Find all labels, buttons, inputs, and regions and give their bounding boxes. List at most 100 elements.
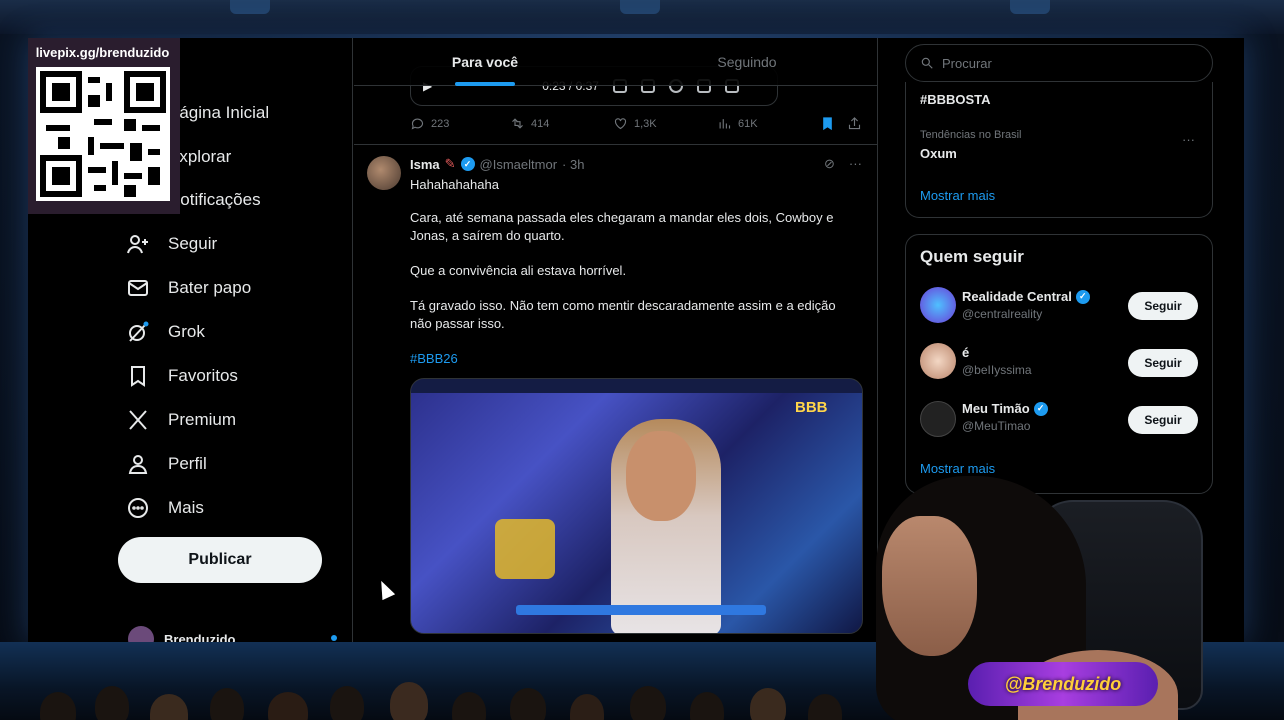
audience-head xyxy=(570,694,604,720)
audience-head xyxy=(40,692,76,720)
nav-label: Perfil xyxy=(168,454,207,473)
repost-count: 414 xyxy=(531,117,550,130)
follow-button[interactable]: Seguir xyxy=(1128,406,1198,434)
nav-item-premium[interactable]: Premium xyxy=(126,404,236,436)
tweet-text-line: Cara, até semana passada eles chegaram a… xyxy=(410,210,834,243)
trends-panel: #BBBOSTA Tendências no Brasil Oxum ··· M… xyxy=(905,82,1213,218)
streamer-name-badge: @Brenduzido xyxy=(968,662,1158,706)
verified-badge-icon: ✓ xyxy=(460,157,475,171)
follow-button[interactable]: Seguir xyxy=(1128,292,1198,320)
tweet-top-actions: ⊘ ··· xyxy=(824,156,862,172)
heart-icon xyxy=(614,118,627,130)
media-ceiling xyxy=(411,379,862,393)
who-to-follow-panel: Quem seguir Realidade Central ✓ @central… xyxy=(905,234,1213,494)
nav-label: Seguir xyxy=(168,234,218,253)
more-options-icon[interactable]: ··· xyxy=(1182,132,1195,147)
tweet-media-image[interactable]: BBB xyxy=(410,378,863,634)
tab-for-you[interactable]: Para você xyxy=(354,38,616,86)
nav-label: Mais xyxy=(168,498,204,517)
reply-count: 223 xyxy=(431,117,450,130)
media-face xyxy=(626,431,696,521)
user-name: é xyxy=(962,345,970,360)
nav-item-chat[interactable]: Bater papo xyxy=(126,272,251,304)
reply-button[interactable]: 223 xyxy=(410,116,449,131)
avatar[interactable] xyxy=(920,287,956,323)
syringe-emoji-icon: ✎ xyxy=(444,156,456,171)
audience-head xyxy=(808,694,842,720)
user-name: Realidade Central xyxy=(962,289,1072,304)
audience-head xyxy=(690,692,724,720)
tweet-hashtag[interactable]: #BBB26 xyxy=(410,350,855,368)
bookmark-filled-icon xyxy=(823,117,832,131)
suggested-user-name[interactable]: Meu Timão ✓ xyxy=(962,401,1048,416)
suggested-user-name[interactable]: Realidade Central ✓ xyxy=(962,289,1090,304)
tweet-author-handle[interactable]: @Ismaeltmor xyxy=(480,157,558,172)
search-icon xyxy=(921,57,933,69)
tweet-timestamp[interactable]: · 3h xyxy=(562,157,584,172)
streamer-webcam: @Brenduzido xyxy=(868,470,1284,720)
search-bar[interactable]: Procurar xyxy=(905,44,1213,82)
qr-code[interactable] xyxy=(35,67,170,201)
grok-icon[interactable]: ⊘ xyxy=(824,156,835,172)
repost-button[interactable]: 414 xyxy=(510,116,549,131)
reply-icon xyxy=(411,118,424,130)
qr-code-graphic xyxy=(39,71,166,197)
nav-label: Notificações xyxy=(168,190,261,209)
ceiling-light xyxy=(1010,0,1050,14)
avatar[interactable] xyxy=(367,156,401,190)
nav-item-grok[interactable]: Grok xyxy=(126,316,205,348)
donation-qr-overlay: livepix.gg/brenduzido xyxy=(28,38,180,214)
tweet-text-line: Que a convivência ali estava horrível. xyxy=(410,263,627,278)
trend-context: Tendências no Brasil xyxy=(920,129,1022,141)
tab-following[interactable]: Seguindo xyxy=(616,38,877,86)
audience-head xyxy=(510,688,546,720)
divider xyxy=(354,144,877,145)
audience-head xyxy=(390,682,428,720)
suggested-user-handle: @MeuTimao xyxy=(962,419,1031,433)
nav-item-follow[interactable]: Seguir xyxy=(126,228,217,260)
previous-tweet-actions: 223 414 1,3K 61K xyxy=(410,116,870,136)
show-more-link[interactable]: Mostrar mais xyxy=(920,188,995,203)
nav-item-more[interactable]: Mais xyxy=(126,492,204,524)
active-tab-indicator xyxy=(455,82,515,86)
nav-item-profile[interactable]: Perfil xyxy=(126,448,207,480)
search-placeholder: Procurar xyxy=(942,55,992,71)
tweet-text-line: Tá gravado isso. Não tem como mentir des… xyxy=(410,298,836,331)
suggested-user-handle: @centralreality xyxy=(962,307,1043,321)
nav-label: Página Inicial xyxy=(168,103,270,122)
more-options-icon[interactable]: ··· xyxy=(849,156,862,172)
avatar[interactable] xyxy=(920,401,956,437)
audience-head xyxy=(630,686,666,720)
views-button[interactable]: 61K xyxy=(717,116,758,131)
tweet-author-name[interactable]: Isma xyxy=(410,157,440,172)
profile-icon xyxy=(128,455,148,474)
x-logo-icon xyxy=(129,410,147,430)
avatar[interactable] xyxy=(920,343,956,379)
stream-scene: Página Inicial Explorar Notificações Seg… xyxy=(0,0,1284,720)
more-circle-icon xyxy=(128,498,148,518)
media-caption-bar xyxy=(516,605,766,615)
bookmark-button[interactable] xyxy=(820,116,835,131)
share-button[interactable] xyxy=(847,116,862,131)
audience-head xyxy=(150,694,188,720)
repost-icon xyxy=(512,118,523,129)
nav-label: Favoritos xyxy=(168,366,238,385)
add-user-icon xyxy=(127,235,148,254)
trend-name[interactable]: #BBBOSTA xyxy=(920,92,991,107)
suggested-user-name[interactable]: é xyxy=(962,345,969,360)
nav-item-bookmarks[interactable]: Favoritos xyxy=(126,360,238,392)
account-switcher[interactable]: Brenduzido xyxy=(128,626,236,642)
tweet-text-line: Hahahahahaha xyxy=(410,177,499,192)
suggested-user-handle: @beIIyssima xyxy=(962,363,1032,377)
follow-button[interactable]: Seguir xyxy=(1128,349,1198,377)
like-button[interactable]: 1,3K xyxy=(613,116,657,131)
panel-title: Quem seguir xyxy=(920,247,1024,266)
streamer-face xyxy=(882,516,977,656)
trend-name[interactable]: Oxum xyxy=(920,146,957,161)
bookmark-icon xyxy=(131,366,145,387)
mail-icon xyxy=(128,280,148,296)
share-icon xyxy=(848,117,861,130)
publish-button[interactable]: Publicar xyxy=(118,537,322,583)
audience-head xyxy=(452,692,486,720)
audience-head xyxy=(330,686,364,720)
